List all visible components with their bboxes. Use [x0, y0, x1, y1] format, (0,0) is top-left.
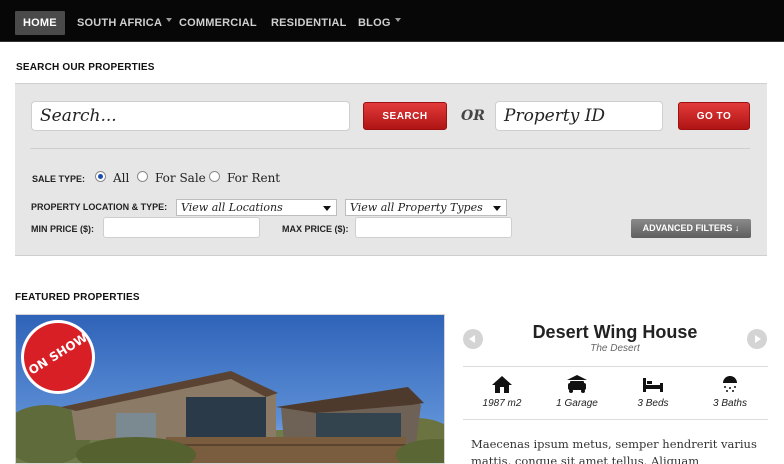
nav-label: HOME — [23, 17, 57, 29]
radio-for-sale[interactable] — [137, 171, 148, 182]
panel-divider — [30, 148, 750, 149]
property-id-input[interactable]: Property ID — [495, 101, 663, 131]
bed-icon — [643, 378, 663, 392]
search-input[interactable]: Search... — [31, 101, 350, 131]
min-price-input[interactable] — [103, 217, 260, 238]
property-photo[interactable]: ON SHOW — [15, 314, 445, 464]
nav-item-residential[interactable]: RESIDENTIAL — [263, 11, 355, 35]
caret-down-icon — [394, 18, 401, 23]
min-price-label: MIN PRICE ($): — [31, 224, 94, 234]
feature-label: 3 Baths — [713, 398, 747, 409]
nav-item-commercial[interactable]: COMMERCIAL — [171, 11, 265, 35]
radio-for-rent-label: For Rent — [227, 171, 281, 185]
house-icon — [492, 376, 512, 393]
dropdown-arrow-icon — [493, 206, 501, 211]
nav-label: SOUTH AFRICA — [77, 17, 163, 29]
or-label: OR — [461, 108, 485, 124]
feature-garage: 1 Garage — [539, 374, 615, 409]
radio-all-label: All — [113, 171, 130, 185]
goto-button[interactable]: GO TO — [678, 102, 750, 130]
dropdown-arrow-icon — [323, 206, 331, 211]
nav-label: RESIDENTIAL — [271, 17, 347, 29]
divider — [463, 419, 768, 420]
max-price-label: MAX PRICE ($): — [282, 224, 349, 234]
feature-beds: 3 Beds — [615, 374, 691, 409]
location-select-value: View all Locations — [181, 201, 283, 214]
divider — [463, 366, 768, 367]
search-panel: Search... SEARCH OR Property ID GO TO SA… — [15, 83, 767, 256]
on-show-badge: ON SHOW — [24, 323, 92, 391]
property-title[interactable]: Desert Wing House — [485, 322, 745, 343]
location-type-label: PROPERTY LOCATION & TYPE: — [31, 202, 168, 212]
feature-label: 1 Garage — [556, 398, 598, 409]
nav-label: BLOG — [358, 17, 391, 29]
property-description: Maecenas ipsum metus, semper hendrerit v… — [471, 437, 757, 464]
radio-all[interactable] — [95, 171, 106, 182]
featured-section-title: FEATURED PROPERTIES — [15, 292, 140, 303]
radio-for-rent[interactable] — [209, 171, 220, 182]
top-nav: HOME SOUTH AFRICA COMMERCIAL RESIDENTIAL… — [0, 0, 784, 42]
location-select[interactable]: View all Locations — [176, 199, 337, 216]
property-type-select[interactable]: View all Property Types — [345, 199, 507, 216]
next-arrow-icon[interactable] — [747, 329, 767, 349]
car-icon — [567, 375, 587, 393]
feature-label: 3 Beds — [637, 398, 669, 409]
nav-item-blog[interactable]: BLOG — [350, 11, 409, 35]
feature-size: 1987 m2 — [464, 374, 540, 409]
sale-type-label: SALE TYPE: — [32, 174, 86, 184]
advanced-filters-button[interactable]: ADVANCED FILTERS ↓ — [631, 219, 751, 238]
nav-label: COMMERCIAL — [179, 17, 257, 29]
radio-for-sale-label: For Sale — [155, 171, 206, 185]
feature-baths: 3 Baths — [692, 374, 768, 409]
search-section-title: SEARCH OUR PROPERTIES — [16, 62, 155, 73]
badge-label: ON SHOW — [26, 330, 90, 378]
shower-icon — [723, 376, 737, 392]
max-price-input[interactable] — [355, 217, 512, 238]
search-button[interactable]: SEARCH — [363, 102, 447, 130]
feature-label: 1987 m2 — [482, 398, 522, 409]
type-select-value: View all Property Types — [350, 201, 483, 214]
property-location: The Desert — [590, 343, 640, 354]
nav-item-south-africa[interactable]: SOUTH AFRICA — [69, 11, 180, 35]
prev-arrow-icon[interactable] — [463, 329, 483, 349]
nav-item-home[interactable]: HOME — [15, 11, 65, 35]
